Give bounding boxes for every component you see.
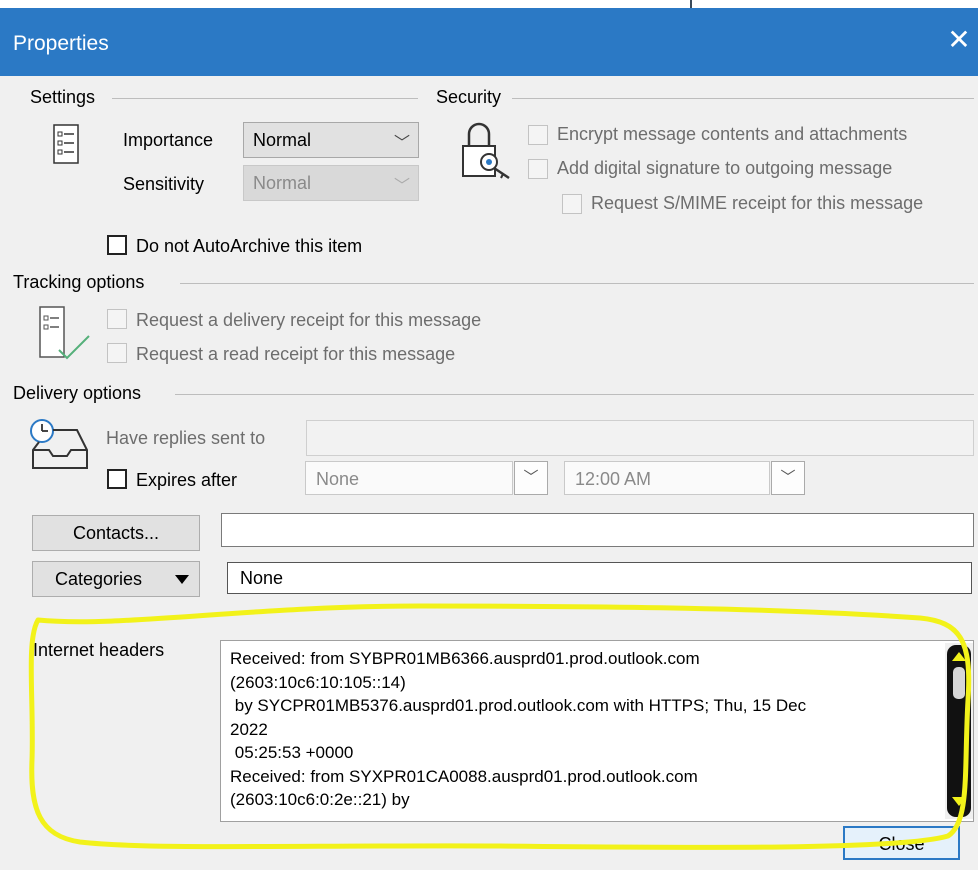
encrypt-label: Encrypt message contents and attachments [557,124,908,144]
settings-list-icon [53,124,79,164]
background-strip [0,0,978,8]
security-divider [512,98,974,99]
title-bar: Properties ✕ [0,8,978,76]
expires-time-value: 12:00 AM [575,469,652,489]
autoarchive-label: Do not AutoArchive this item [136,236,363,256]
importance-select[interactable]: Normal ﹀ [243,122,419,158]
categories-button[interactable]: Categories [32,561,200,597]
expires-date-field[interactable]: None [305,461,513,495]
close-window-icon[interactable]: ✕ [944,26,974,54]
internet-headers-label: Internet headers [33,640,165,660]
read-receipt-label: Request a read receipt for this message [136,344,456,364]
categories-button-label: Categories [55,569,143,589]
expires-date-dropdown-button[interactable]: ﹀ [514,461,548,495]
sensitivity-select[interactable]: Normal ﹀ [243,165,419,201]
expires-date-value: None [316,469,360,489]
categories-value: None [240,568,284,588]
headers-scrollbar[interactable] [945,643,973,819]
close-button[interactable]: Close [843,826,960,860]
delivery-divider [175,394,974,395]
sensitivity-label: Sensitivity [123,174,205,194]
autoarchive-checkbox[interactable] [107,235,127,255]
encrypt-checkbox[interactable] [528,125,548,145]
smime-receipt-checkbox[interactable] [562,194,582,214]
expires-label: Expires after [136,470,238,490]
digital-signature-checkbox[interactable] [528,159,548,179]
chevron-down-icon: ﹀ [393,178,410,195]
importance-label: Importance [123,130,214,150]
sensitivity-value: Normal [253,173,312,193]
background-divider [690,0,692,8]
properties-dialog: Properties ✕ Settings Importance Normal … [0,8,978,870]
read-receipt-checkbox[interactable] [107,343,127,363]
scrollbar-graphic [947,645,971,817]
expires-time-field[interactable]: 12:00 AM [564,461,770,495]
smime-receipt-label: Request S/MIME receipt for this message [591,193,924,213]
categories-input[interactable]: None [227,562,972,594]
contacts-button[interactable]: Contacts... [32,515,200,551]
window-title: Properties [13,32,109,55]
digital-signature-label: Add digital signature to outgoing messag… [557,158,893,178]
dropdown-arrow-icon [175,575,189,584]
security-group-label: Security [436,87,508,108]
internet-headers-text: Received: from SYBPR01MB6366.ausprd01.pr… [230,649,807,809]
tracking-group-label: Tracking options [13,272,151,293]
importance-value: Normal [253,130,312,150]
replies-input[interactable] [306,420,974,456]
clock-tray-icon [30,419,88,469]
chevron-down-icon: ﹀ [523,469,539,486]
internet-headers-textarea[interactable]: Received: from SYBPR01MB6366.ausprd01.pr… [220,640,974,822]
chevron-down-icon: ﹀ [393,135,410,152]
tracking-divider [180,283,974,284]
delivery-receipt-checkbox[interactable] [107,309,127,329]
tracking-checklist-icon [39,306,90,360]
replies-label: Have replies sent to [106,428,266,448]
delivery-receipt-label: Request a delivery receipt for this mess… [136,310,482,330]
delivery-group-label: Delivery options [13,383,148,404]
chevron-down-icon: ﹀ [780,469,796,486]
settings-group-label: Settings [30,87,102,108]
padlock-key-icon [462,122,510,180]
expires-checkbox[interactable] [107,469,127,489]
expires-time-dropdown-button[interactable]: ﹀ [771,461,805,495]
settings-divider [112,98,418,99]
contacts-input[interactable] [221,513,974,547]
